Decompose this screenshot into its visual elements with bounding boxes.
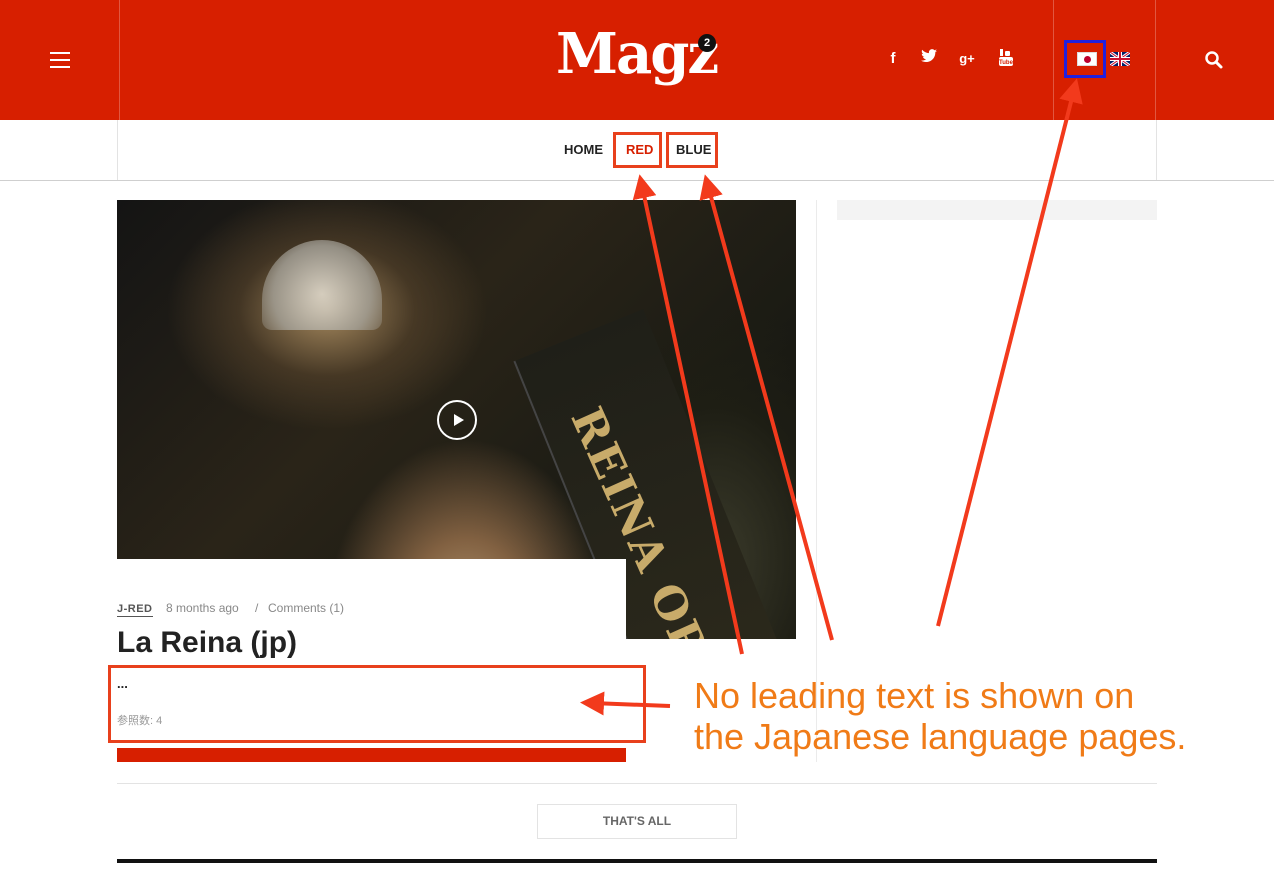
content-divider — [117, 783, 1157, 784]
article-accent-bar — [117, 748, 626, 762]
annotation-line: the Japanese language pages. — [694, 716, 1187, 757]
annotation-highlight-box — [108, 665, 646, 743]
sidebar-widget-placeholder — [837, 200, 1157, 220]
thats-all-button[interactable]: THAT'S ALL — [537, 804, 737, 839]
nav-divider — [1156, 120, 1157, 180]
logo-badge: 2 — [698, 34, 716, 52]
main-nav: HOME RED BLUE — [0, 120, 1274, 181]
tiara-shape — [262, 240, 382, 330]
annotation-text: No leading text is shown on the Japanese… — [694, 675, 1186, 757]
article-time: 8 months ago — [166, 601, 239, 615]
nav-item-home[interactable]: HOME — [564, 120, 603, 180]
twitter-icon[interactable] — [920, 49, 938, 69]
article-category[interactable]: J-RED — [117, 603, 153, 617]
nav-divider — [117, 120, 118, 180]
meta-separator: / — [255, 601, 259, 615]
site-header: Magz 2 f g+ Tube — [0, 0, 1274, 120]
google-plus-icon[interactable]: g+ — [958, 49, 976, 69]
annotation-line: No leading text is shown on — [694, 675, 1135, 716]
annotation-highlight-box — [666, 132, 718, 168]
site-logo[interactable]: Magz — [556, 22, 719, 86]
page: Magz 2 f g+ Tube HOME RED BLUE REINA ORF… — [0, 0, 1274, 887]
footer-divider — [117, 859, 1157, 863]
header-divider — [1053, 0, 1054, 120]
facebook-icon[interactable]: f — [886, 49, 900, 69]
annotation-highlight-box — [613, 132, 662, 168]
header-divider — [119, 0, 120, 120]
annotation-highlight-box — [1064, 40, 1106, 78]
header-divider — [1155, 0, 1156, 120]
hamburger-menu-icon[interactable] — [44, 44, 76, 76]
article-comments-link[interactable]: Comments (1) — [268, 601, 344, 615]
english-flag-icon[interactable] — [1110, 52, 1130, 66]
play-video-icon[interactable] — [437, 400, 477, 440]
youtube-icon[interactable]: Tube — [997, 49, 1015, 69]
article-title[interactable]: La Reina (jp) — [117, 626, 297, 660]
search-icon[interactable] — [1204, 50, 1224, 70]
svg-text:Tube: Tube — [999, 60, 1014, 66]
